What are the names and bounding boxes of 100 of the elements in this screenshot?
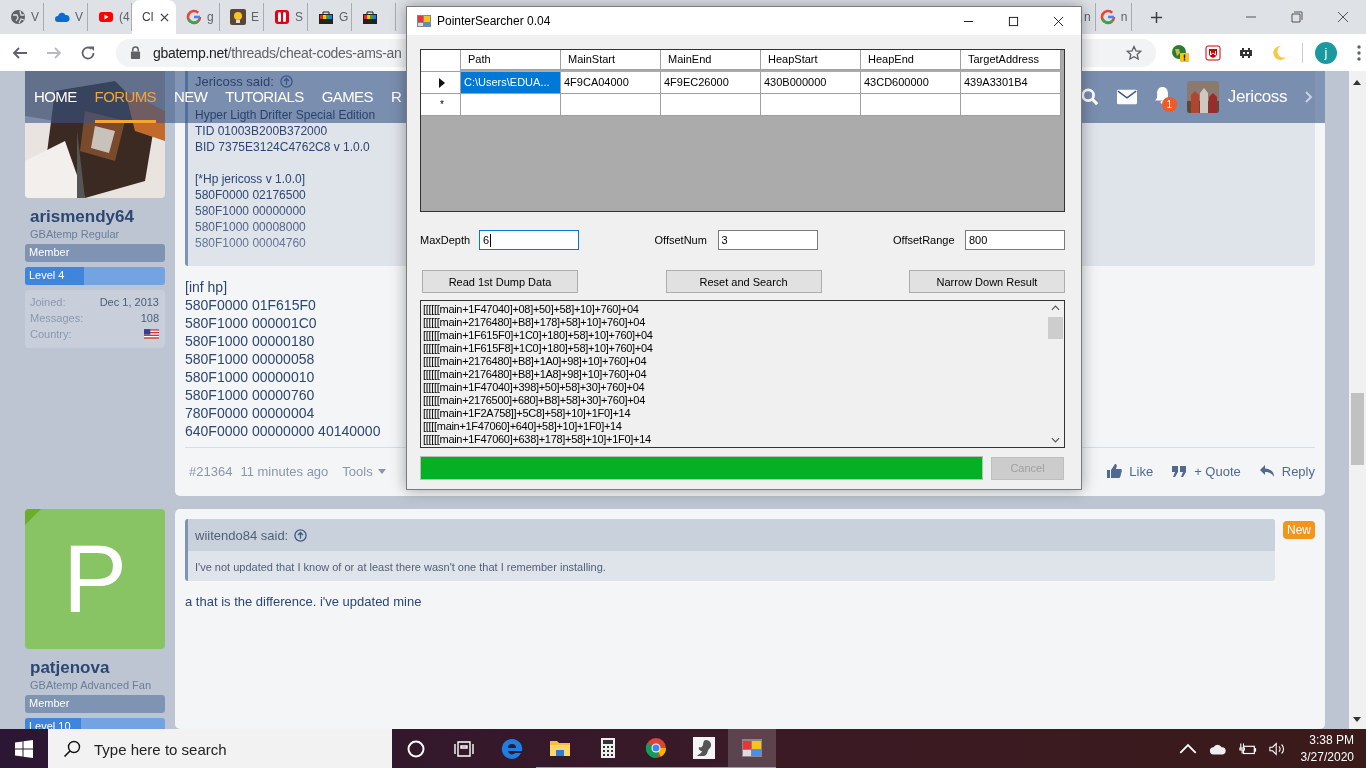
page-scrollbar[interactable] bbox=[1349, 71, 1366, 729]
globe-icon bbox=[10, 9, 26, 25]
scroll-up-icon[interactable] bbox=[1051, 305, 1060, 311]
shopping-bag-icon bbox=[362, 9, 378, 25]
grid-cell[interactable] bbox=[561, 94, 661, 116]
grid-cell[interactable] bbox=[861, 94, 961, 116]
grid-cell[interactable]: C:\Users\EDUA... bbox=[461, 72, 561, 94]
column-header[interactable]: TargetAddress bbox=[961, 50, 1061, 70]
browser-tab[interactable]: n bbox=[1095, 3, 1133, 31]
shield-icon[interactable] bbox=[1204, 43, 1222, 62]
browser-tab[interactable]: g bbox=[176, 3, 220, 31]
multicolor-ring-icon bbox=[1099, 9, 1116, 25]
quote-line: 580F1000 00000000 bbox=[195, 203, 306, 219]
column-header[interactable]: HeapStart bbox=[761, 50, 861, 70]
post-action-link[interactable]: Reply bbox=[1258, 463, 1315, 479]
nav-link[interactable]: NEW bbox=[174, 89, 208, 105]
star-icon[interactable] bbox=[1126, 44, 1142, 61]
stat-label: Messages: bbox=[30, 312, 84, 324]
input-field[interactable]: 3 bbox=[717, 230, 818, 250]
grid-cell[interactable] bbox=[961, 94, 1061, 116]
scroll-down-icon[interactable] bbox=[1353, 717, 1361, 723]
column-header[interactable]: MainStart bbox=[561, 50, 661, 70]
grid-cell[interactable]: 439A3301B4 bbox=[961, 72, 1061, 94]
scrollbar-thumb[interactable] bbox=[1351, 393, 1364, 465]
column-header[interactable]: HeapEnd bbox=[861, 50, 961, 70]
stat-value: Dec 1, 2013 bbox=[99, 296, 159, 308]
console-icon bbox=[274, 9, 290, 25]
reload-icon[interactable] bbox=[80, 44, 96, 61]
browser-tab[interactable]: G bbox=[308, 3, 352, 31]
row-header[interactable]: * bbox=[421, 94, 461, 116]
scroll-down-icon[interactable] bbox=[1051, 437, 1060, 443]
member-banner: Member bbox=[25, 695, 165, 713]
back-arrow-icon[interactable] bbox=[12, 44, 28, 61]
post-action-link[interactable]: Like bbox=[1106, 463, 1154, 479]
browser-tab[interactable]: V bbox=[44, 3, 88, 31]
scrollbar-thumb[interactable] bbox=[1048, 317, 1063, 339]
post-text: 580F1000 00000010 bbox=[185, 368, 315, 386]
profile-button[interactable]: j bbox=[1315, 41, 1337, 64]
chevron-up-icon[interactable] bbox=[1178, 742, 1197, 756]
username-link[interactable]: patjenova bbox=[30, 658, 165, 678]
browser-tab[interactable]: E bbox=[220, 3, 264, 31]
browser-tab[interactable]: Cl bbox=[132, 0, 176, 34]
cloud-icon[interactable] bbox=[1208, 742, 1227, 756]
quote-author[interactable]: wiitendo84 said: bbox=[195, 527, 289, 543]
action-button[interactable]: Reset and Search bbox=[665, 270, 822, 293]
post-number-link[interactable]: #21364 bbox=[189, 463, 233, 479]
column-header[interactable]: MainEnd bbox=[661, 50, 761, 70]
action-button[interactable]: Read 1st Dump Data bbox=[422, 270, 578, 293]
quote-line: Hyper Ligth Drifter Special Edition bbox=[195, 107, 376, 123]
grid-cell[interactable] bbox=[761, 94, 861, 116]
row-header[interactable] bbox=[421, 72, 461, 94]
nav-link[interactable]: FORUMS bbox=[94, 89, 156, 123]
scroll-up-icon[interactable] bbox=[1353, 79, 1361, 85]
action-button[interactable]: Narrow Down Result bbox=[909, 270, 1065, 293]
window-title: PointerSearcher 0.04 bbox=[437, 14, 551, 28]
clock-date[interactable]: 3/27/2020 bbox=[1300, 749, 1354, 766]
grid-cell[interactable]: 43CD600000 bbox=[861, 72, 961, 94]
grid-cell[interactable] bbox=[661, 94, 761, 116]
nav-link[interactable]: HOME bbox=[34, 89, 77, 105]
new-badge: New bbox=[1283, 521, 1315, 539]
username-link[interactable]: arismendy64 bbox=[30, 207, 165, 227]
nav-link[interactable]: R bbox=[390, 89, 402, 105]
new-tab-icon[interactable] bbox=[1150, 11, 1164, 24]
nav-link[interactable]: TUTORIALS bbox=[225, 89, 304, 105]
post-text: 580F0000 01F615F0 bbox=[185, 296, 316, 314]
clock-time[interactable]: 3:38 PM bbox=[1309, 732, 1354, 749]
play-icon bbox=[98, 9, 114, 25]
taskbar-app[interactable] bbox=[728, 729, 776, 768]
windows-start-icon[interactable] bbox=[14, 739, 34, 759]
username-link[interactable]: Jericoss bbox=[1227, 87, 1287, 107]
browser-tab[interactable]: V bbox=[0, 3, 44, 31]
input-field[interactable]: 800 bbox=[965, 230, 1065, 250]
tools-menu[interactable]: Tools bbox=[342, 463, 386, 479]
speaker-icon[interactable] bbox=[1268, 742, 1287, 756]
globe-warning-icon[interactable] bbox=[1171, 43, 1189, 62]
column-header[interactable]: Path bbox=[461, 50, 561, 70]
app-window-icon bbox=[740, 736, 764, 760]
arrow-up-circle-icon[interactable] bbox=[294, 528, 308, 542]
browser-tab[interactable]: S bbox=[264, 3, 308, 31]
shopping-bag-icon bbox=[318, 9, 334, 25]
post-action-link[interactable]: + Quote bbox=[1171, 463, 1241, 479]
result-line: [[[[[[main+1F615F0]+1C0]+180]+58]+10]+760]+04 bbox=[423, 329, 654, 342]
post-text: 780F0000 00000004 bbox=[185, 404, 315, 422]
more-icon[interactable] bbox=[1357, 44, 1361, 61]
post-text: 580F1000 000001C0 bbox=[185, 314, 317, 332]
input-field[interactable]: 6 bbox=[479, 230, 579, 250]
quote-author[interactable]: Jericoss said: bbox=[195, 73, 274, 89]
search-icon[interactable] bbox=[1079, 88, 1100, 106]
field-label: OffsetNum bbox=[654, 234, 708, 246]
nav-link[interactable]: GAMES bbox=[321, 89, 373, 105]
battery-charging-icon[interactable] bbox=[1238, 742, 1257, 756]
taskbar-search-field[interactable]: Type here to search bbox=[48, 729, 392, 768]
close-icon[interactable] bbox=[160, 12, 170, 22]
grid-cell[interactable]: 4F9CA04000 bbox=[561, 72, 661, 94]
post-text: a that is the difference. i've updated mine bbox=[185, 593, 422, 611]
grid-cell[interactable]: 430B000000 bbox=[761, 72, 861, 94]
colored-ball-icon bbox=[644, 736, 668, 760]
grid-cell[interactable] bbox=[461, 94, 561, 116]
post-time-link[interactable]: 11 minutes ago bbox=[240, 463, 329, 479]
grid-cell[interactable]: 4F9EC26000 bbox=[661, 72, 761, 94]
